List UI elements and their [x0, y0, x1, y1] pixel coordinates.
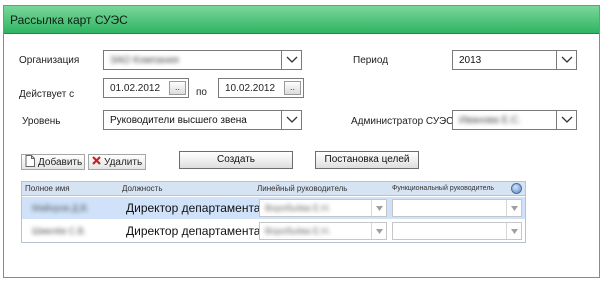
- date-from-field[interactable]: 01.02.2012 ..: [103, 78, 189, 98]
- chevron-down-icon[interactable]: [506, 200, 521, 216]
- date-from-picker-button[interactable]: ..: [169, 81, 186, 95]
- row-full-name: Шмелёв С.В.: [32, 226, 87, 236]
- chevron-down-icon[interactable]: [556, 111, 576, 129]
- functional-manager-select[interactable]: [392, 199, 522, 217]
- table-row[interactable]: Шмелёв С.В. Директор департамента Воробь…: [22, 220, 525, 242]
- line-manager-value: Воробьёва Е.Н.: [265, 203, 331, 213]
- goal-setting-button[interactable]: Постановка целей: [315, 151, 419, 169]
- chevron-down-icon[interactable]: [371, 223, 386, 239]
- organization-value: ЗАО Компания: [110, 55, 179, 66]
- line-manager-value: Воробьёва Е.Н.: [265, 226, 331, 236]
- chevron-down-icon[interactable]: [281, 111, 301, 129]
- date-from-value: 01.02.2012: [110, 83, 161, 94]
- admin-select[interactable]: Иванова Е.С.: [452, 110, 577, 130]
- column-header-full-name[interactable]: Полное имя: [25, 184, 70, 193]
- level-value: Руководители высшего звена: [110, 115, 247, 126]
- line-manager-select[interactable]: Воробьёва Е.Н.: [259, 199, 387, 217]
- functional-manager-select[interactable]: [392, 222, 522, 240]
- chevron-down-icon[interactable]: [371, 200, 386, 216]
- date-to-field[interactable]: 10.02.2012 ..: [218, 78, 304, 98]
- date-to-picker-button[interactable]: ..: [284, 81, 301, 95]
- chevron-down-icon[interactable]: [506, 223, 521, 239]
- organization-select[interactable]: ЗАО Компания: [103, 50, 302, 70]
- row-position: Директор департамента: [126, 224, 261, 238]
- date-to-value: 10.02.2012: [225, 83, 276, 94]
- level-select[interactable]: Руководители высшего звена: [103, 110, 302, 130]
- grid-header: Полное имя Должность Линейный руководите…: [22, 182, 525, 196]
- organization-label: Организация: [19, 55, 80, 66]
- add-button[interactable]: Добавить: [21, 154, 85, 170]
- level-label: Уровень: [22, 116, 61, 127]
- admin-label: Администратор СУЭС: [351, 116, 454, 127]
- period-value: 2013: [459, 55, 482, 66]
- document-icon: [25, 154, 35, 170]
- period-label: Период: [353, 55, 389, 66]
- admin-value: Иванова Е.С.: [459, 115, 522, 126]
- round-settings-icon[interactable]: [511, 183, 522, 194]
- titlebar: Рассылка карт СУЭС: [4, 6, 599, 34]
- employees-grid: Полное имя Должность Линейный руководите…: [21, 181, 526, 243]
- window-title: Рассылка карт СУЭС: [10, 13, 128, 27]
- add-button-label: Добавить: [38, 156, 83, 168]
- chevron-down-icon[interactable]: [556, 51, 576, 69]
- table-row[interactable]: Майоров Д.В. Директор департамента Вороб…: [22, 197, 525, 219]
- delete-button[interactable]: Удалить: [88, 154, 146, 170]
- row-full-name: Майоров Д.В.: [32, 203, 90, 213]
- period-select[interactable]: 2013: [452, 50, 577, 70]
- valid-from-label: Действует с: [19, 89, 75, 100]
- column-header-position[interactable]: Должность: [122, 184, 163, 193]
- delete-button-label: Удалить: [104, 156, 143, 168]
- row-position: Директор департамента: [126, 201, 261, 215]
- dialog-window: Рассылка карт СУЭС Организация ЗАО Компа…: [3, 5, 600, 278]
- column-header-line-manager[interactable]: Линейный руководитель: [257, 184, 347, 193]
- to-label: по: [196, 87, 207, 98]
- line-manager-select[interactable]: Воробьёва Е.Н.: [259, 222, 387, 240]
- column-header-functional-manager[interactable]: Функциональный руководитель: [392, 185, 494, 192]
- chevron-down-icon[interactable]: [281, 51, 301, 69]
- red-x-icon: [92, 156, 101, 168]
- create-button[interactable]: Создать: [179, 151, 293, 169]
